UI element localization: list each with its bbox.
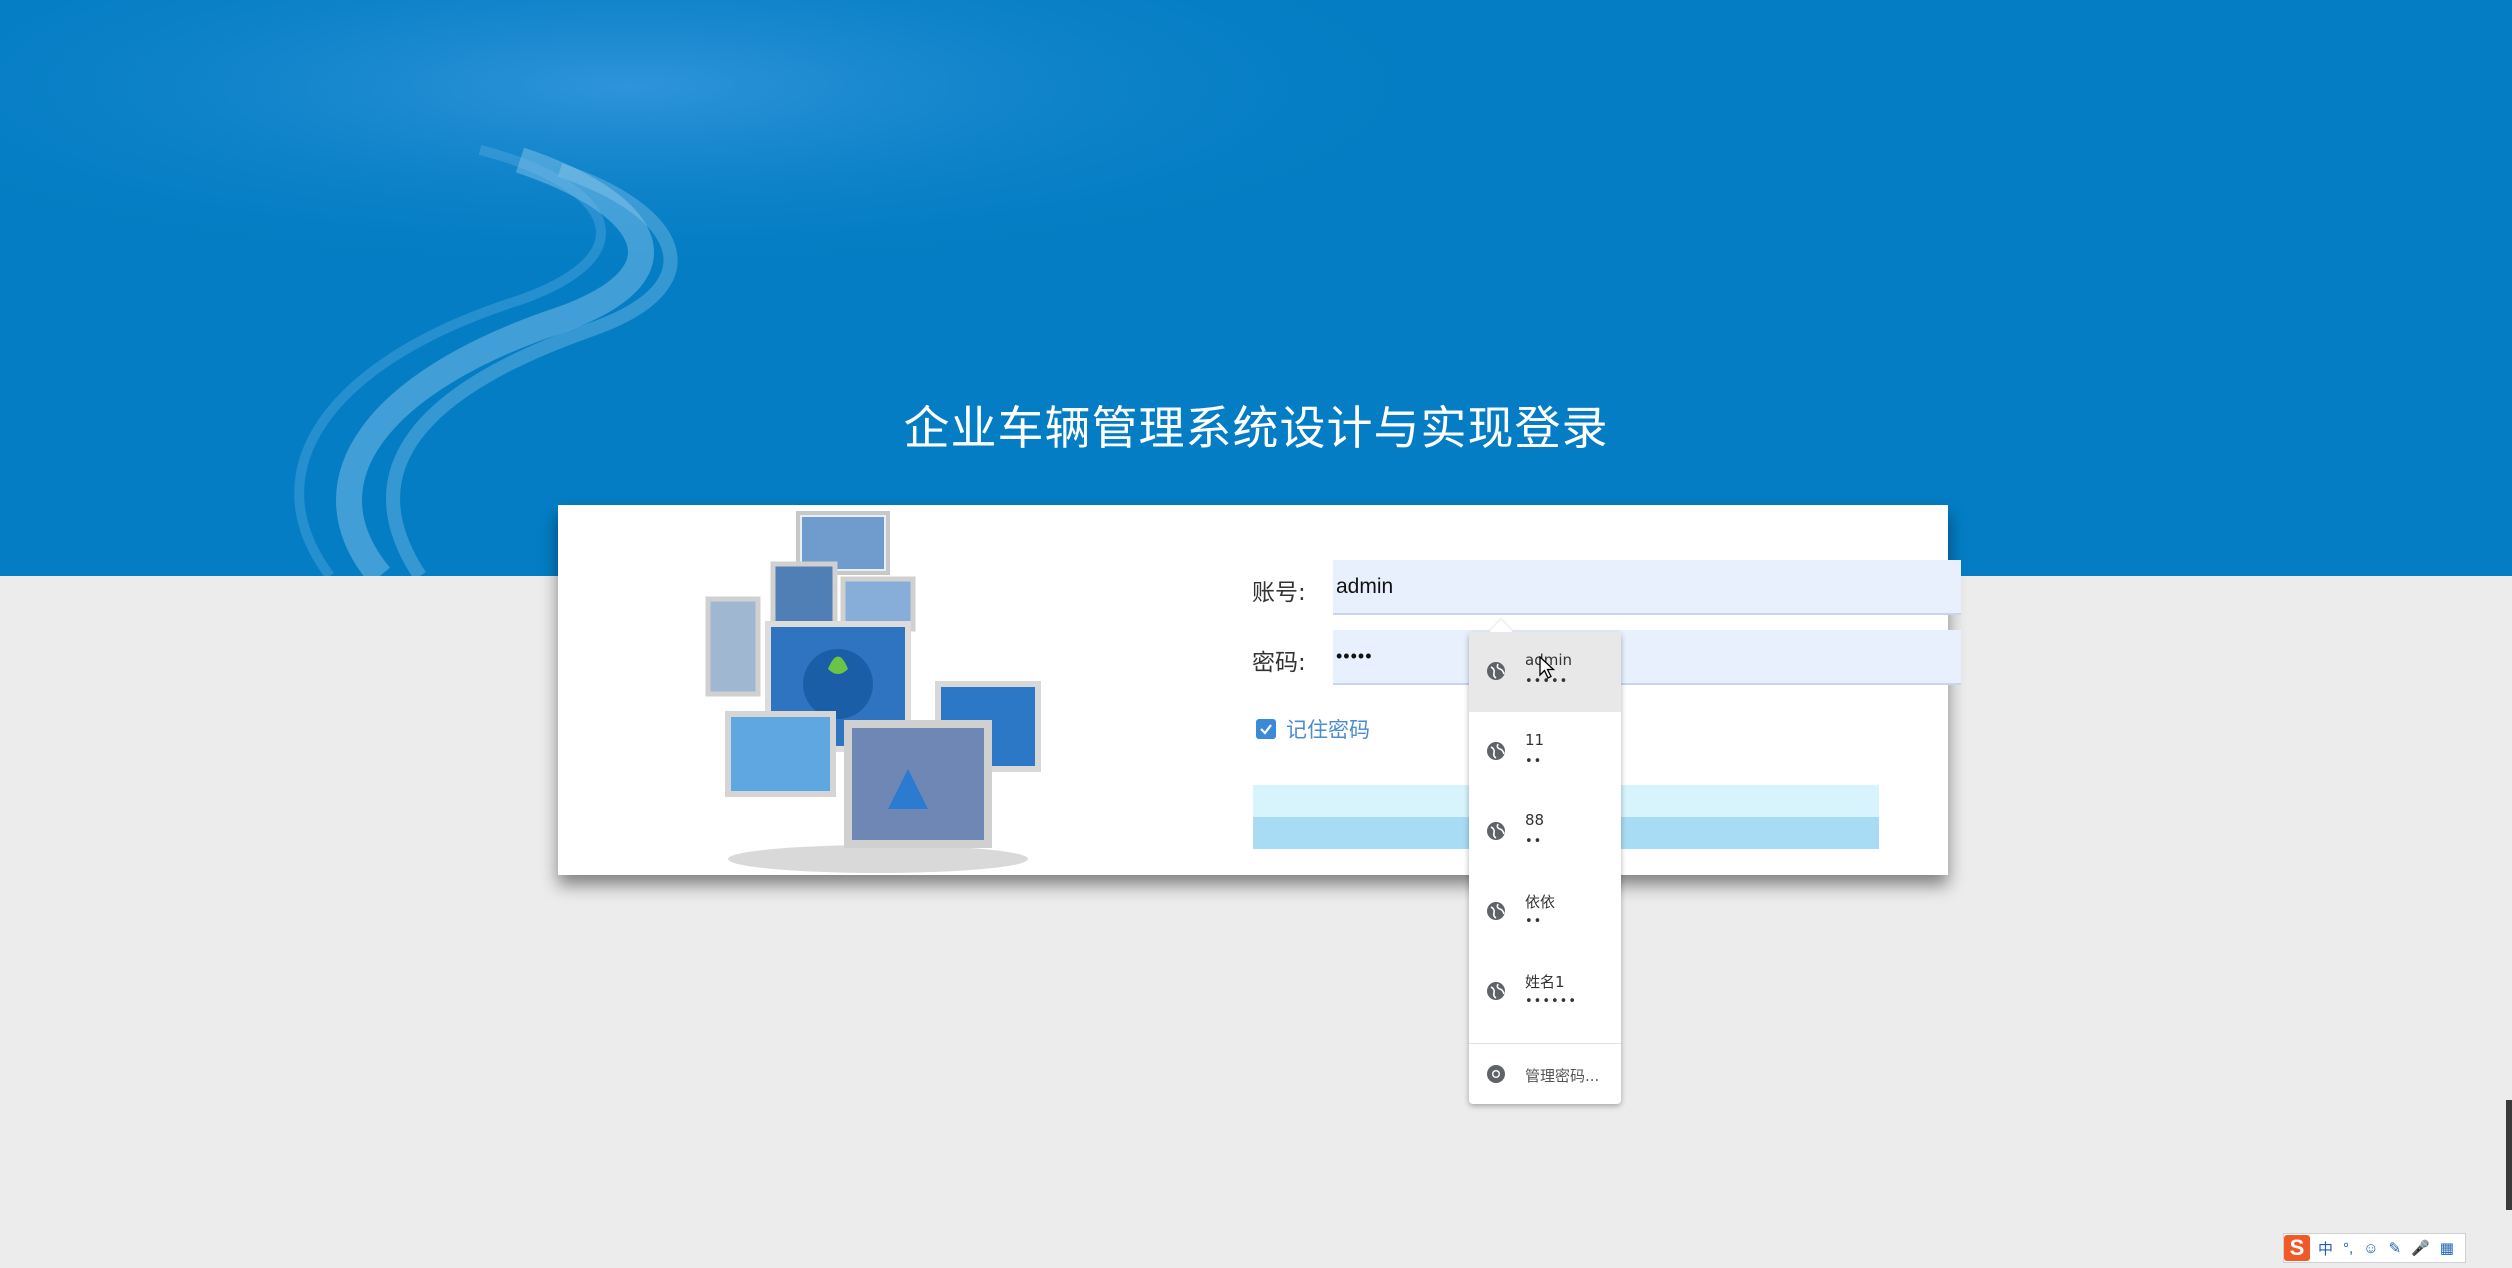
page-title: 企业车辆管理系统设计与实现登录 — [903, 402, 1609, 454]
autofill-username: 11 — [1525, 731, 1545, 749]
ime-emoji-icon[interactable]: ☺ — [2363, 1240, 2378, 1257]
autofill-item[interactable]: 88 •• — [1469, 792, 1621, 872]
password-label: 密码: — [1252, 650, 1306, 676]
autofill-username: 88 — [1525, 811, 1545, 829]
remember-password[interactable]: 记住密码 — [1256, 715, 1370, 743]
window-edge — [2506, 1100, 2512, 1210]
globe-icon — [1487, 822, 1505, 840]
autofill-password-mask: •• — [1525, 914, 1543, 929]
account-input[interactable]: admin — [1333, 560, 1961, 615]
check-icon — [1260, 724, 1272, 735]
account-value: admin — [1336, 575, 1394, 598]
password-input[interactable]: ••••• — [1333, 630, 1961, 685]
autofill-item[interactable]: 姓名1 •••••• — [1469, 952, 1621, 1032]
ime-handwriting-icon[interactable]: ✎ — [2389, 1239, 2402, 1257]
ime-punctuation-icon[interactable]: °, — [2343, 1240, 2353, 1257]
autofill-password-mask: •••••• — [1525, 994, 1578, 1009]
manage-passwords-label: 管理密码... — [1525, 1067, 1600, 1085]
autofill-password-mask: •• — [1525, 834, 1543, 849]
ime-toolbar[interactable]: S 中 °, ☺ ✎ 🎤 ▦ — [2283, 1233, 2466, 1263]
header-banner — [0, 0, 2512, 576]
chrome-icon — [1487, 1065, 1505, 1083]
login-card: 账号: admin 密码: ••••• 记住密码 — [558, 505, 1961, 875]
monitors-illustration — [705, 511, 1041, 873]
autofill-item[interactable]: 11 •• — [1469, 712, 1621, 792]
mouse-cursor-icon — [1539, 656, 1556, 679]
globe-icon — [1487, 742, 1505, 760]
ime-language-toggle[interactable]: 中 — [2318, 1238, 2333, 1259]
globe-icon — [1487, 662, 1505, 680]
globe-icon — [1487, 982, 1505, 1000]
autofill-password-mask: •• — [1525, 754, 1543, 769]
ime-toolbox-icon[interactable]: ▦ — [2440, 1239, 2454, 1257]
ime-microphone-icon[interactable]: 🎤 — [2411, 1239, 2430, 1257]
autofill-username: 依依 — [1525, 893, 1556, 911]
remember-label: 记住密码 — [1286, 718, 1370, 742]
autofill-item[interactable]: 依依 •• — [1469, 872, 1621, 952]
password-mask: ••••• — [1336, 646, 1373, 666]
manage-passwords-item[interactable]: 管理密码... — [1469, 1044, 1621, 1104]
decorative-wave — [0, 0, 2512, 576]
account-label: 账号: — [1252, 580, 1306, 606]
remember-checkbox[interactable] — [1256, 719, 1276, 739]
password-autofill-dropdown: admin ••••• 11 •• 88 •• 依依 •• 姓名1 ••••••… — [1469, 619, 1621, 1104]
autofill-username: 姓名1 — [1525, 973, 1565, 991]
sogou-logo-icon[interactable]: S — [2284, 1235, 2310, 1261]
globe-icon — [1487, 902, 1505, 920]
